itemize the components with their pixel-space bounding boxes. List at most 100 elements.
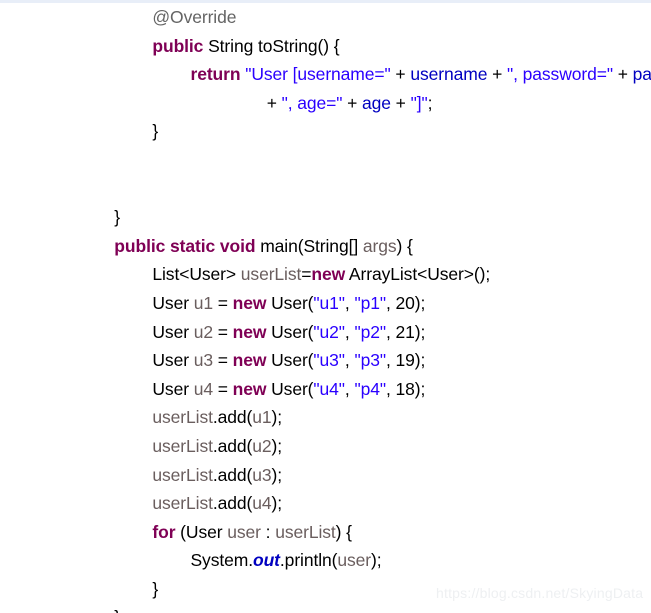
code-line[interactable]: List<User> userList=new ArrayList<User>(… (0, 260, 651, 289)
code-token-kw: public (152, 35, 204, 56)
code-token-kw: return (190, 64, 241, 85)
code-token-str: "p4" (354, 378, 386, 399)
code-line[interactable]: User u2 = new User("u2", "p2", 21); (0, 318, 651, 347)
code-line[interactable]: public String toString() { (0, 32, 651, 61)
code-token-plain: ) { (396, 235, 413, 256)
code-token-local: user (227, 521, 261, 542)
code-token-plain: User( (266, 378, 314, 399)
code-token-plain: , 21); (385, 321, 426, 342)
code-token-local: user (337, 550, 372, 571)
code-line[interactable]: User u3 = new User("u3", "p3", 19); (0, 346, 651, 375)
code-token-plain: User (152, 378, 194, 399)
code-line[interactable]: System.out.println(user); (0, 546, 651, 575)
code-line[interactable]: + ", age=" + age + "]"; (0, 89, 651, 118)
code-token-plain: User (152, 321, 194, 342)
code-screenshot: @Override public String toString() { ret… (0, 0, 651, 613)
code-token-str: ", password=" (507, 64, 613, 85)
code-token-plain: } (114, 207, 121, 228)
code-token-plain: User (152, 292, 194, 313)
code-token-local: u1 (193, 292, 213, 313)
code-token-str: "u1" (313, 292, 345, 313)
code-editor-area[interactable]: @Override public String toString() { ret… (0, 3, 651, 613)
code-token-plain: + (612, 64, 633, 85)
code-token-local: userList (275, 521, 336, 542)
code-line[interactable]: return "User [username=" + username + ",… (0, 60, 651, 89)
code-token-local: u4 (193, 378, 213, 399)
code-token-plain: = (212, 378, 233, 399)
code-token-plain: } (114, 607, 120, 613)
code-line[interactable]: } (0, 117, 651, 146)
code-line[interactable]: } (0, 603, 651, 613)
code-token-plain: ); (371, 550, 382, 571)
code-line[interactable] (0, 146, 651, 175)
code-line[interactable]: User u4 = new User("u4", "p4", 18); (0, 375, 651, 404)
code-token-fld: age (362, 92, 391, 113)
code-token-local: u1 (252, 407, 272, 428)
code-token-plain: : (260, 521, 276, 542)
csdn-watermark: https://blog.csdn.net/SkyingData (436, 585, 644, 601)
code-line[interactable]: @Override (0, 3, 651, 32)
code-token-plain: } (152, 121, 159, 142)
code-lines-container: @Override public String toString() { ret… (0, 3, 651, 613)
code-token-plain: .add( (212, 435, 253, 456)
code-token-str: "u4" (313, 378, 345, 399)
code-token-kw: public static void (114, 235, 256, 256)
code-token-local: u2 (252, 435, 272, 456)
code-line[interactable]: userList.add(u3); (0, 461, 651, 490)
code-token-plain: (User (175, 521, 228, 542)
code-token-plain: User( (266, 292, 314, 313)
code-token-str: "]" (410, 92, 428, 113)
code-line[interactable]: userList.add(u2); (0, 432, 651, 461)
code-token-plain: , 20); (385, 292, 426, 313)
code-token-plain: ); (271, 407, 283, 428)
code-token-plain: = (212, 292, 233, 313)
code-line[interactable]: userList.add(u1); (0, 403, 651, 432)
code-token-plain: ; (427, 92, 433, 113)
code-token-local: u3 (252, 464, 272, 485)
code-token-plain: main(String[] (255, 235, 363, 256)
code-token-local: userList (152, 464, 213, 485)
code-line[interactable]: userList.add(u4); (0, 489, 651, 518)
code-token-plain: .add( (212, 464, 253, 485)
code-token-plain: ); (271, 493, 283, 514)
code-token-kw: new (232, 350, 267, 371)
code-token-plain: .println( (279, 550, 338, 571)
code-token-plain: , 19); (385, 350, 426, 371)
code-token-plain: User (152, 350, 194, 371)
code-token-plain: + (390, 92, 411, 113)
code-token-kw: new (232, 378, 267, 399)
code-token-kw: new (311, 264, 346, 285)
code-token-plain: ); (271, 464, 283, 485)
code-token-plain: , 18); (385, 378, 426, 399)
code-token-plain: .add( (212, 493, 253, 514)
code-token-kw: new (232, 321, 267, 342)
code-line[interactable] (0, 175, 651, 204)
code-line[interactable]: public static void main(String[] args) { (0, 232, 651, 261)
code-token-param: args (362, 235, 397, 256)
code-line[interactable]: for (User user : userList) { (0, 518, 651, 547)
code-token-plain: User( (266, 321, 314, 342)
code-line[interactable]: } (0, 203, 651, 232)
code-line[interactable]: User u1 = new User("u1", "p1", 20); (0, 289, 651, 318)
code-token-local: u2 (193, 321, 213, 342)
code-token-plain: ) { (335, 521, 352, 542)
code-token-plain: = (301, 264, 312, 285)
code-token-plain: ArrayList<User>(); (345, 264, 491, 285)
code-token-local: userList (152, 493, 213, 514)
code-token-plain: List<User> (152, 264, 241, 285)
code-token-str: "u3" (313, 350, 345, 371)
code-token-str: "User [username=" (245, 64, 391, 85)
